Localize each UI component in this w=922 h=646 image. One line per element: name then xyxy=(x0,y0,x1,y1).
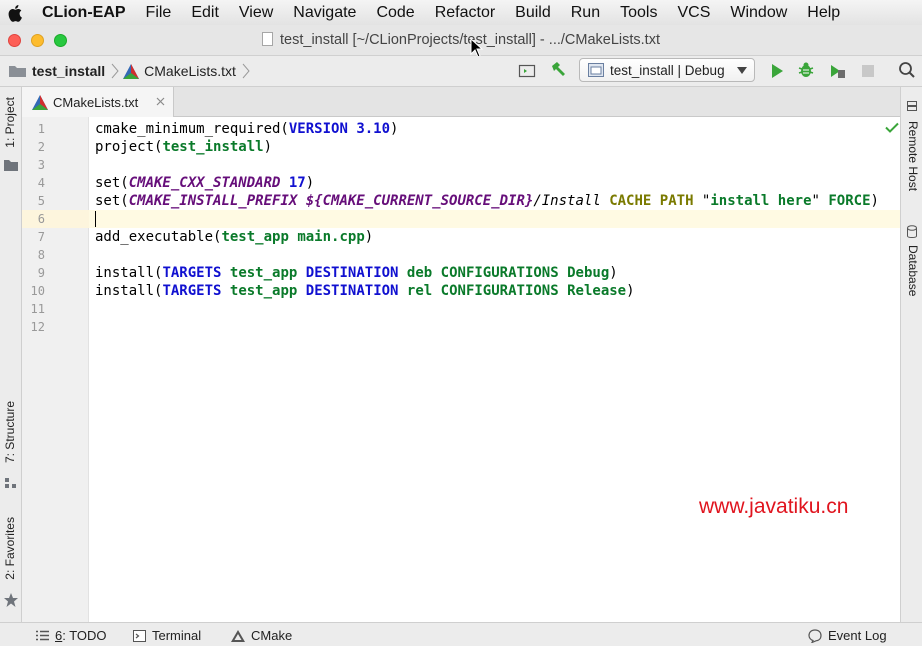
star-icon xyxy=(4,593,18,607)
code-line[interactable]: set(CMAKE_CXX_STANDARD 17) xyxy=(95,174,314,192)
status-bar: 6: TODO Terminal CMake Event Log xyxy=(0,622,922,646)
event-log-tool-button[interactable]: Event Log xyxy=(808,628,887,643)
tool-tab-structure[interactable]: 7: Structure xyxy=(3,401,17,463)
menu-bar: CLion-EAP File Edit View Navigate Code R… xyxy=(0,0,922,25)
search-icon[interactable] xyxy=(898,61,916,79)
line-number: 12 xyxy=(30,320,45,334)
app-name-menu[interactable]: CLion-EAP xyxy=(42,4,126,22)
apple-icon[interactable] xyxy=(8,4,24,22)
cmake-label: CMake xyxy=(251,628,293,643)
hammer-icon[interactable] xyxy=(549,61,567,79)
menu-file[interactable]: File xyxy=(146,4,172,22)
tool-tab-favorites[interactable]: 2: Favorites xyxy=(3,517,17,580)
code-line[interactable]: add_executable(test_app main.cpp) xyxy=(95,228,373,246)
menu-tools[interactable]: Tools xyxy=(620,4,657,22)
terminal-label: Terminal xyxy=(152,628,202,643)
window-title-bar[interactable]: test_install [~/CLionProjects/test_insta… xyxy=(0,25,922,56)
cmake-tool-button[interactable]: CMake xyxy=(231,628,292,643)
todo-label: : TODO xyxy=(62,628,107,643)
folder-icon xyxy=(4,160,18,171)
document-icon xyxy=(262,32,274,46)
run-config-icon xyxy=(588,63,604,77)
watermark-text: www.javatiku.cn xyxy=(699,495,849,518)
breadcrumb: test_install CMakeLists.txt xyxy=(9,63,254,79)
list-icon xyxy=(36,630,49,641)
remote-host-icon xyxy=(907,101,917,111)
line-number: 2 xyxy=(37,140,45,154)
line-number: 10 xyxy=(30,284,45,298)
tool-tab-database[interactable]: Database xyxy=(906,245,920,296)
folder-icon xyxy=(9,66,26,77)
cmake-triangle-icon xyxy=(231,629,245,642)
menu-edit[interactable]: Edit xyxy=(191,4,219,22)
left-tool-strip: 1: Project 7: Structure 2: Favorites xyxy=(0,87,22,622)
code-editor[interactable]: 1 2 3 4 5 6 7 8 9 10 11 12 cmake_minimum… xyxy=(22,117,900,622)
line-number: 5 xyxy=(37,194,45,208)
menu-window[interactable]: Window xyxy=(730,4,787,22)
structure-icon xyxy=(5,478,16,488)
debug-icon[interactable] xyxy=(797,61,815,79)
mouse-cursor-icon xyxy=(470,38,484,58)
code-line[interactable]: install(TARGETS test_app DESTINATION deb… xyxy=(95,264,618,282)
breadcrumb-file[interactable]: CMakeLists.txt xyxy=(144,63,236,79)
code-line[interactable]: set(CMAKE_INSTALL_PREFIX ${CMAKE_CURRENT… xyxy=(95,192,879,210)
event-log-icon xyxy=(808,628,822,643)
code-line[interactable]: cmake_minimum_required(VERSION 3.10) xyxy=(95,120,398,138)
text-caret xyxy=(95,211,96,227)
todo-number: 6 xyxy=(55,628,63,643)
menu-refactor[interactable]: Refactor xyxy=(435,4,495,22)
menu-build[interactable]: Build xyxy=(515,4,551,22)
run-configuration-select[interactable]: test_install | Debug xyxy=(579,58,755,82)
terminal-tool-button[interactable]: Terminal xyxy=(133,628,201,643)
breadcrumb-separator-icon xyxy=(111,63,119,79)
line-number: 6 xyxy=(37,212,45,226)
cmake-triangle-icon xyxy=(123,63,140,79)
code-line[interactable]: install(TARGETS test_app DESTINATION rel… xyxy=(95,282,635,300)
close-icon[interactable] xyxy=(156,97,165,106)
breadcrumb-separator-icon xyxy=(242,63,250,79)
editor-tab-bar: CMakeLists.txt xyxy=(22,87,900,117)
event-log-label: Event Log xyxy=(828,628,887,643)
menu-run[interactable]: Run xyxy=(571,4,600,22)
line-number: 8 xyxy=(37,248,45,262)
line-number: 9 xyxy=(37,266,45,280)
run-config-label: test_install | Debug xyxy=(610,62,725,78)
line-number-gutter: 1 2 3 4 5 6 7 8 9 10 11 12 xyxy=(22,117,89,622)
line-number: 4 xyxy=(37,176,45,190)
profile-icon[interactable] xyxy=(828,62,846,80)
terminal-icon xyxy=(133,629,146,642)
window-title: test_install [~/CLionProjects/test_insta… xyxy=(0,32,922,48)
current-line-highlight xyxy=(89,210,900,228)
menu-help[interactable]: Help xyxy=(807,4,840,22)
tool-tab-remote-host[interactable]: Remote Host xyxy=(906,121,920,191)
line-number: 7 xyxy=(37,230,45,244)
database-icon xyxy=(907,225,917,238)
line-number: 11 xyxy=(30,302,45,316)
breadcrumb-project[interactable]: test_install xyxy=(32,63,105,79)
code-line[interactable]: project(test_install) xyxy=(95,138,272,156)
editor-tab-cmakelists[interactable]: CMakeLists.txt xyxy=(22,87,174,117)
line-number: 1 xyxy=(37,122,45,136)
menu-vcs[interactable]: VCS xyxy=(677,4,710,22)
editor-tab-label: CMakeLists.txt xyxy=(53,94,139,110)
cmake-triangle-icon xyxy=(32,94,48,110)
right-tool-strip: Remote Host Database xyxy=(900,87,922,622)
chevron-down-icon xyxy=(737,67,747,74)
menu-view[interactable]: View xyxy=(239,4,273,22)
stop-icon[interactable] xyxy=(859,62,877,80)
todo-tool-button[interactable]: 6: TODO xyxy=(36,628,107,643)
terminal-window-icon[interactable] xyxy=(518,62,536,80)
menu-code[interactable]: Code xyxy=(376,4,414,22)
line-number: 3 xyxy=(37,158,45,172)
tool-tab-project[interactable]: 1: Project xyxy=(3,97,17,148)
menu-navigate[interactable]: Navigate xyxy=(293,4,356,22)
check-icon xyxy=(885,122,899,133)
run-icon[interactable] xyxy=(768,62,786,80)
